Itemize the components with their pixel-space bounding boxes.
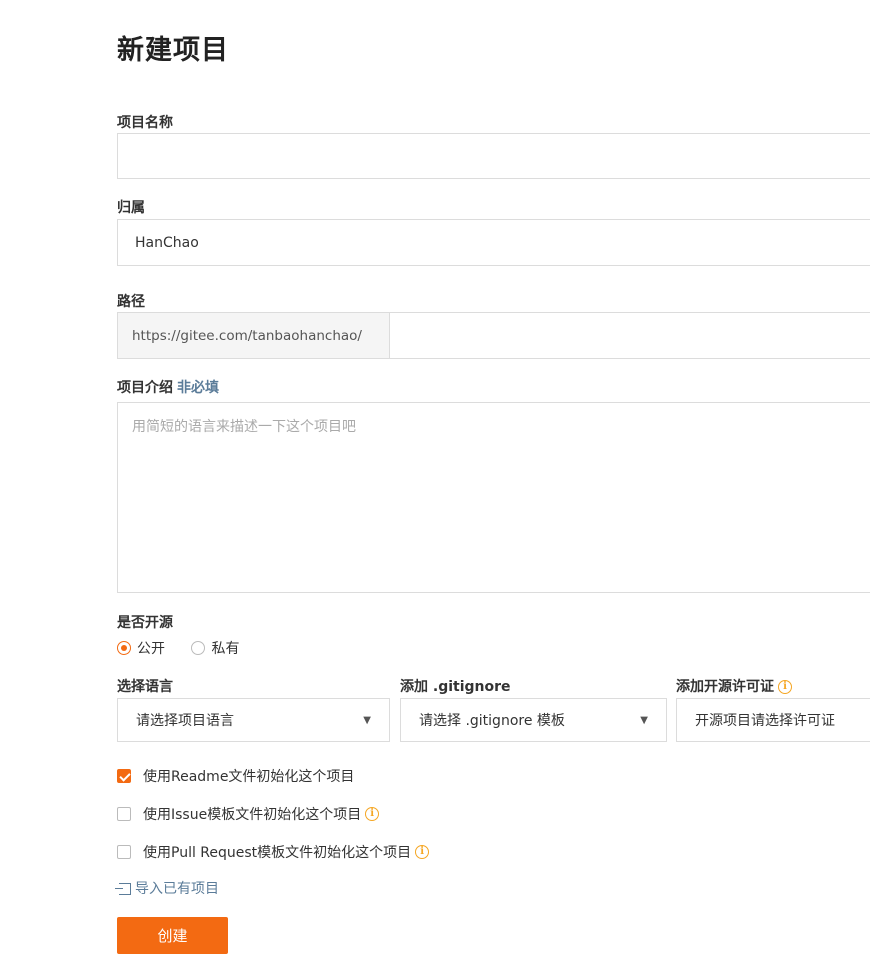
license-select[interactable]: 开源项目请选择许可证 [676, 698, 870, 742]
visibility-options: 公开 私有 [117, 638, 239, 658]
issue-checkbox[interactable] [117, 806, 131, 821]
radio-private-label: 私有 [211, 641, 240, 657]
radio-private[interactable]: 私有 [191, 640, 240, 657]
owner-field-wrap [117, 219, 870, 266]
import-project-label: 导入已有项目 [135, 881, 219, 897]
description-field-wrap [117, 402, 870, 593]
init-readme-option[interactable]: 使用Readme文件初始化这个项目 [117, 765, 354, 786]
pr-checkbox[interactable] [117, 844, 131, 859]
readme-checkbox[interactable] [117, 768, 131, 783]
gitignore-label: 添加 .gitignore [400, 679, 511, 695]
license-label-wrap: 添加开源许可证 i [676, 676, 792, 696]
language-select[interactable]: 请选择项目语言 ▼ [117, 698, 390, 742]
issue-checkbox-label: 使用Issue模板文件初始化这个项目 [143, 806, 362, 823]
init-pr-option[interactable]: 使用Pull Request模板文件初始化这个项目 i [117, 841, 430, 862]
init-issue-option[interactable]: 使用Issue模板文件初始化这个项目 i [117, 803, 380, 824]
language-label: 选择语言 [117, 679, 173, 695]
readme-checkbox-label: 使用Readme文件初始化这个项目 [143, 768, 355, 785]
description-textarea[interactable] [118, 403, 870, 592]
license-label: 添加开源许可证 [676, 679, 774, 695]
optional-tag: 非必填 [177, 380, 219, 396]
info-icon[interactable]: i [415, 844, 430, 859]
page-title: 新建项目 [117, 35, 229, 66]
project-name-field-wrap [117, 133, 870, 179]
owner-select[interactable] [118, 220, 870, 265]
radio-public-icon[interactable] [117, 641, 131, 655]
path-field-wrap: https://gitee.com/tanbaohanchao/ [117, 312, 870, 359]
visibility-label: 是否开源 [117, 615, 173, 631]
radio-private-icon[interactable] [191, 641, 206, 655]
description-label: 项目介绍 非必填 [117, 377, 219, 397]
import-project-link[interactable]: 导入已有项目 [115, 878, 219, 898]
import-icon [115, 883, 131, 895]
create-button[interactable]: 创建 [117, 917, 228, 954]
language-select-value: 请选择项目语言 [136, 713, 234, 729]
chevron-down-icon: ▼ [363, 714, 371, 726]
radio-public[interactable]: 公开 [117, 640, 169, 657]
owner-label: 归属 [117, 200, 145, 216]
description-label-text: 项目介绍 [117, 380, 173, 396]
pr-checkbox-label: 使用Pull Request模板文件初始化这个项目 [143, 844, 412, 861]
chevron-down-icon: ▼ [640, 714, 648, 726]
project-name-input[interactable] [118, 134, 870, 178]
info-icon[interactable]: i [778, 680, 792, 694]
path-input[interactable] [390, 313, 870, 358]
info-icon[interactable]: i [365, 806, 380, 821]
license-select-value: 开源项目请选择许可证 [695, 713, 835, 729]
radio-public-label: 公开 [137, 641, 165, 657]
path-label: 路径 [117, 294, 145, 310]
path-prefix: https://gitee.com/tanbaohanchao/ [118, 313, 390, 358]
project-name-label: 项目名称 [117, 115, 173, 131]
gitignore-select[interactable]: 请选择 .gitignore 模板 ▼ [400, 698, 667, 742]
gitignore-select-value: 请选择 .gitignore 模板 [419, 713, 565, 729]
